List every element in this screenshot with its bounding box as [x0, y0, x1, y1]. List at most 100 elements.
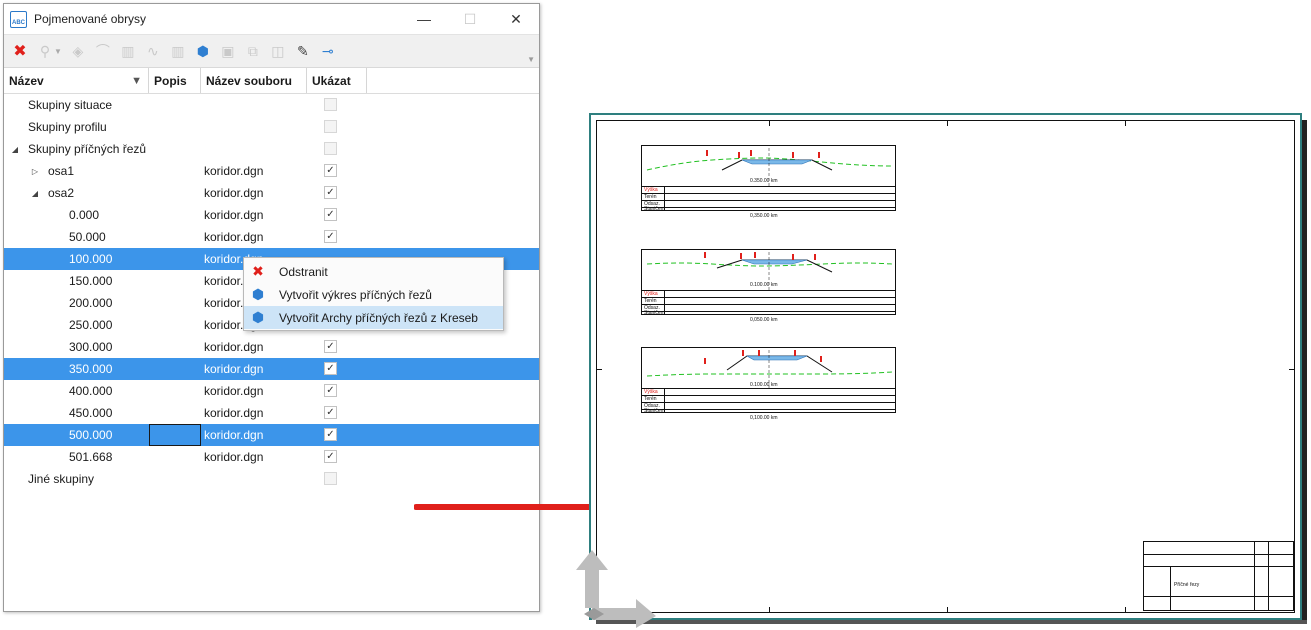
menu-item-create-sheets[interactable]: ⬢ Vytvořit Archy příčných řezů z Kreseb — [244, 306, 503, 329]
show-checkbox[interactable]: ✓ — [324, 340, 337, 353]
band-label-terrain: Terén — [644, 194, 657, 200]
tree-row-station[interactable]: 501.668 koridor.dgn ✓ — [4, 446, 539, 468]
minimize-button[interactable]: — — [401, 4, 447, 34]
show-checkbox[interactable] — [324, 120, 337, 133]
description-edit-cell[interactable] — [149, 424, 201, 446]
pen-icon[interactable]: ✎ — [291, 39, 315, 63]
column-file-name[interactable]: Název souboru — [201, 68, 307, 93]
cube-icon: ⬢ — [251, 286, 265, 302]
file-name-cell: koridor.dgn — [204, 406, 264, 420]
station-label: 50.000 — [69, 230, 106, 244]
tree-row-other-groups[interactable]: Jiné skupiny — [4, 468, 539, 490]
cross-section-view[interactable]: Výška Terén Odsaz. Staničení 0.350.00 km… — [641, 145, 896, 219]
view-icon[interactable]: ◫ — [266, 39, 290, 63]
station-text: 0,100.00 km — [750, 415, 778, 421]
tree-row-cross-section-groups[interactable]: ◢ Skupiny příčných řezů — [4, 138, 539, 160]
title-block-line — [1144, 554, 1293, 555]
tree-row-plan-groups[interactable]: Skupiny situace — [4, 94, 539, 116]
hatch-icon[interactable]: ▥ — [166, 39, 190, 63]
title-block-line — [1268, 542, 1269, 610]
frame-tick — [769, 121, 770, 126]
title-block-title: Příčné řezy — [1174, 582, 1200, 588]
menu-item-delete[interactable]: ✖ Odstranit — [244, 260, 503, 283]
tree-row-label: Skupiny profilu — [28, 120, 107, 134]
show-checkbox[interactable] — [324, 472, 337, 485]
frame-tick — [1289, 369, 1294, 370]
file-name-cell: koridor.dgn — [204, 186, 264, 200]
window-icon[interactable]: ▣ — [216, 39, 240, 63]
menu-item-label: Odstranit — [279, 264, 328, 279]
group-icon[interactable]: ⧉ — [241, 39, 265, 63]
tree-row-label: Jiné skupiny — [28, 472, 95, 486]
tree-row-station[interactable]: 450.000 koridor.dgn ✓ — [4, 402, 539, 424]
maximize-button[interactable]: ☐ — [447, 4, 493, 34]
show-checkbox[interactable]: ✓ — [324, 186, 337, 199]
key-icon[interactable]: ⊸ — [316, 39, 340, 63]
tree-row-station[interactable]: 300.000 koridor.dgn ✓ — [4, 336, 539, 358]
station-text: 0.350.00 km — [750, 178, 778, 184]
toolbar-overflow-icon[interactable]: ▼ — [527, 55, 535, 64]
close-button[interactable]: ✕ — [493, 4, 539, 34]
column-name[interactable]: Název ▼ — [4, 68, 149, 93]
cross-section-view[interactable]: Výška Terén Odsaz. Staničení 0.100.00 km… — [641, 249, 896, 323]
show-checkbox[interactable] — [324, 98, 337, 111]
show-checkbox[interactable]: ✓ — [324, 208, 337, 221]
file-name-cell: koridor.dgn — [204, 164, 264, 178]
station-label: 450.000 — [69, 406, 113, 420]
delete-icon: ✖ — [252, 263, 264, 279]
tree-row-osa2[interactable]: ◢ osa2 koridor.dgn ✓ — [4, 182, 539, 204]
station-text: 0,050.00 km — [750, 317, 778, 323]
menu-item-create-drawing[interactable]: ⬢ Vytvořit výkres příčných řezů — [244, 283, 503, 306]
show-checkbox[interactable]: ✓ — [324, 362, 337, 375]
tree-row-station[interactable]: 50.000 koridor.dgn ✓ — [4, 226, 539, 248]
station-label: 0.000 — [69, 208, 100, 222]
band-label-terrain: Terén — [644, 396, 657, 402]
tree-row-station[interactable]: 0.000 koridor.dgn ✓ — [4, 204, 539, 226]
tree-row-station-selected[interactable]: 500.000 koridor.dgn ✓ — [4, 424, 539, 446]
station-label: 400.000 — [69, 384, 113, 398]
frame-tick — [1125, 121, 1126, 126]
tree-row-osa1[interactable]: ▷ osa1 koridor.dgn ✓ — [4, 160, 539, 182]
tree-row-station[interactable]: 400.000 koridor.dgn ✓ — [4, 380, 539, 402]
expand-icon[interactable]: ▷ — [28, 167, 42, 176]
station-text: 0,350.00 km — [750, 213, 778, 219]
curve-icon[interactable]: ∿ — [141, 39, 165, 63]
show-checkbox[interactable] — [324, 142, 337, 155]
cross-section-view[interactable]: Výška Terén Odsaz. Staničení 0.100.00 km… — [641, 347, 896, 421]
collapse-icon[interactable]: ◢ — [28, 189, 42, 198]
title-block-line — [1170, 566, 1171, 610]
show-checkbox[interactable]: ✓ — [324, 450, 337, 463]
frame-tick — [1125, 607, 1126, 612]
window-title: Pojmenované obrysy — [34, 12, 147, 26]
band-label-height: Výška — [644, 187, 658, 193]
title-block-line — [1144, 596, 1293, 597]
tree-row-profile-groups[interactable]: Skupiny profilu — [4, 116, 539, 138]
band-line — [642, 304, 895, 305]
column-show[interactable]: Ukázat — [307, 68, 367, 93]
filter-icon[interactable]: ▼ — [131, 75, 142, 87]
drawing-sheet[interactable]: Výška Terén Odsaz. Staničení 0.350.00 km… — [589, 113, 1302, 620]
band-line — [642, 290, 895, 291]
show-checkbox[interactable]: ✓ — [324, 230, 337, 243]
show-checkbox[interactable]: ✓ — [324, 406, 337, 419]
show-checkbox[interactable]: ✓ — [324, 428, 337, 441]
cube-icon[interactable]: ⬢ — [191, 39, 215, 63]
column-description[interactable]: Popis — [149, 68, 201, 93]
menu-item-label: Vytvořit Archy příčných řezů z Kreseb — [279, 310, 478, 325]
cube-icon: ⬢ — [251, 309, 265, 325]
collapse-icon[interactable]: ◢ — [8, 145, 22, 154]
delete-icon[interactable]: ✖ — [8, 39, 32, 63]
band-line — [642, 207, 895, 208]
profile-icon[interactable]: ▥ — [116, 39, 140, 63]
show-checkbox[interactable]: ✓ — [324, 384, 337, 397]
chevron-down-icon[interactable]: ▼ — [54, 47, 62, 56]
arc-icon[interactable]: ⌒ — [91, 39, 115, 63]
title-block[interactable]: Příčné řezy — [1143, 541, 1294, 611]
tree-row-station-selected[interactable]: 350.000 koridor.dgn ✓ — [4, 358, 539, 380]
cube-outline-icon[interactable]: ◈ — [66, 39, 90, 63]
station-label: 200.000 — [69, 296, 113, 310]
show-checkbox[interactable]: ✓ — [324, 164, 337, 177]
title-bar[interactable]: ABC Pojmenované obrysy — ☐ ✕ — [4, 4, 539, 34]
title-block-line — [1144, 566, 1293, 567]
sheet-inner-frame: Výška Terén Odsaz. Staničení 0.350.00 km… — [596, 120, 1295, 613]
